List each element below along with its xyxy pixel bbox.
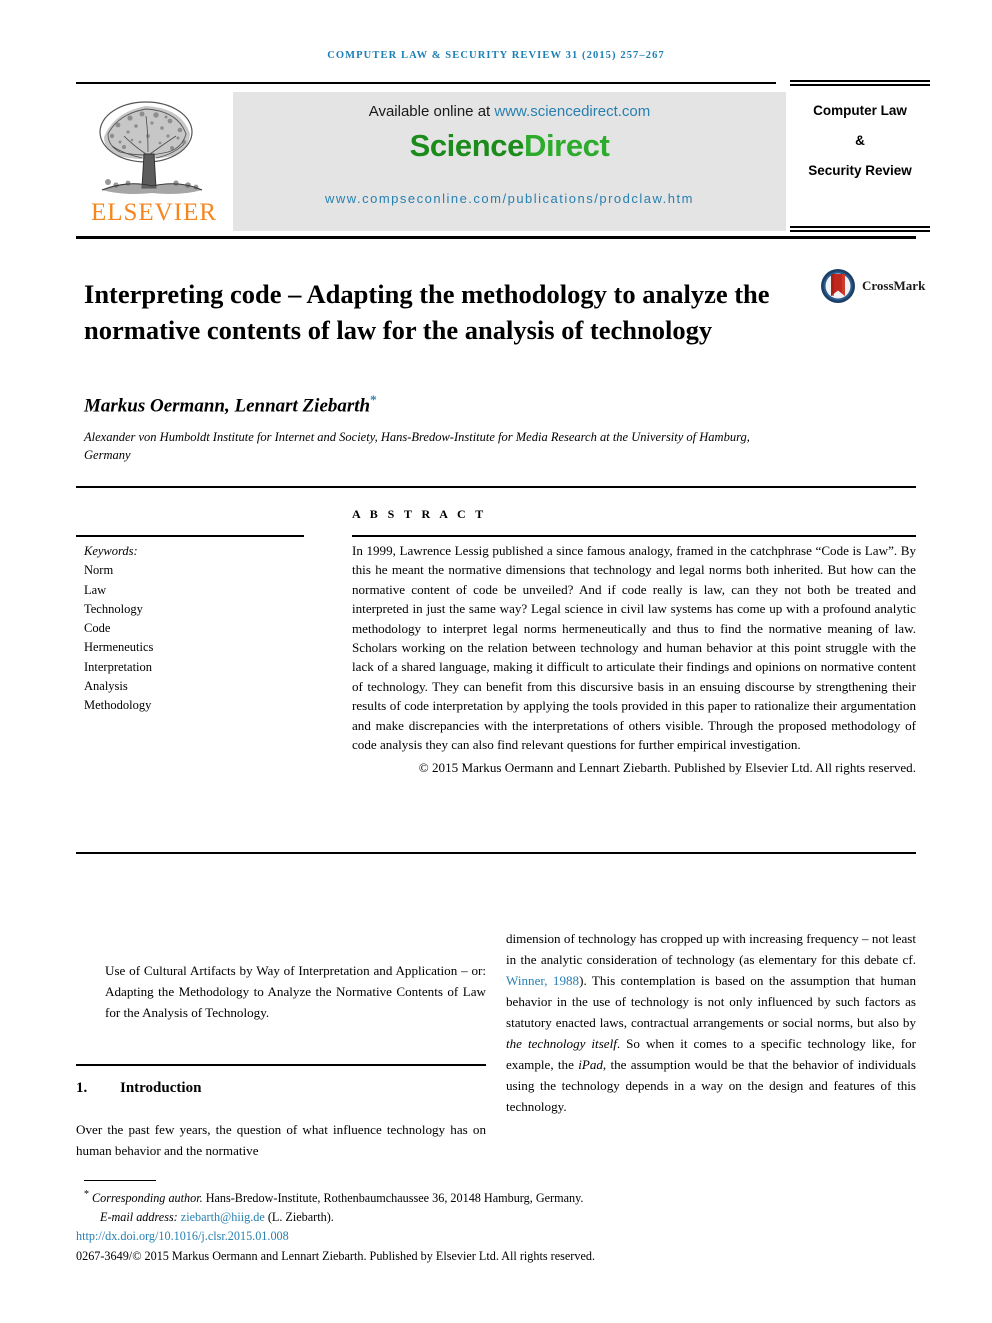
journal-box-top-rule	[790, 80, 930, 86]
keyword-item: Methodology	[84, 698, 152, 713]
abstract-body: In 1999, Lawrence Lessig published a sin…	[352, 543, 916, 753]
crossmark-badge[interactable]: CrossMark	[820, 268, 925, 304]
journal-homepage-link[interactable]: www.compseconline.com/publications/prodc…	[233, 191, 786, 206]
footnote-corresponding-author: * Corresponding author. Hans-Bredow-Inst…	[76, 1186, 776, 1208]
email-link[interactable]: ziebarth@hiig.de	[181, 1210, 265, 1224]
epigraph-block: Use of Cultural Artifacts by Way of Inte…	[105, 960, 486, 1023]
keyword-item: Hermeneutics	[84, 640, 154, 655]
sciencedirect-logo-science: Science	[409, 128, 525, 163]
abstract-heading: A B S T R A C T	[352, 507, 487, 521]
journal-title-box: Computer Law & Security Review	[790, 96, 930, 186]
sciencedirect-logo-direct: Direct	[523, 128, 610, 163]
sciencedirect-banner: Available online at www.sciencedirect.co…	[233, 92, 786, 231]
footnote-email-line: E-mail address: ziebarth@hiig.de (L. Zie…	[76, 1208, 776, 1227]
keywords-heading: Keywords:	[84, 544, 138, 558]
journal-box-bottom-rule	[790, 226, 930, 232]
keyword-item: Law	[84, 582, 107, 597]
body-right-italic-technology-itself: the technology itself	[506, 1036, 617, 1051]
issn-copyright-line: 0267-3649/© 2015 Markus Oermann and Lenn…	[76, 1248, 595, 1263]
available-online-line: Available online at www.sciencedirect.co…	[233, 92, 786, 120]
footnote-corresponding-label: Corresponding author.	[92, 1191, 203, 1206]
section-heading-introduction: 1. Introduction	[76, 1080, 486, 1097]
keywords-list: Keywords: Norm Law Technology Code Herme…	[84, 542, 304, 716]
footnote-star-marker: *	[84, 1189, 89, 1200]
banner-bottom-rule	[76, 236, 916, 239]
available-online-text: Available online at	[368, 103, 495, 120]
abstract-rule	[352, 535, 916, 537]
affiliation: Alexander von Humboldt Institute for Int…	[84, 430, 750, 462]
body-paragraph-left: Over the past few years, the question of…	[76, 1122, 486, 1158]
abstract-bottom-rule	[76, 852, 916, 854]
section-number: 1.	[76, 1080, 88, 1096]
journal-title-line-2: &	[855, 133, 865, 148]
header-rule	[76, 82, 776, 84]
elsevier-logo: ELSEVIER	[84, 92, 224, 232]
footnote-rule	[84, 1180, 156, 1181]
affiliation-bottom-rule	[76, 486, 916, 488]
page-title: Interpreting code – Adapting the methodo…	[84, 278, 770, 345]
keywords-rule	[76, 535, 304, 537]
footnote-block: * Corresponding author. Hans-Bredow-Inst…	[76, 1186, 776, 1265]
crossmark-label: CrossMark	[862, 278, 926, 293]
abstract-copyright: © 2015 Markus Oermann and Lennart Ziebar…	[418, 760, 916, 776]
keyword-item: Technology	[84, 601, 143, 616]
section-title: Introduction	[120, 1080, 202, 1096]
crossmark-icon	[821, 269, 855, 303]
keyword-item: Code	[84, 621, 111, 636]
author-names: Markus Oermann, Lennart Ziebarth	[84, 395, 371, 417]
author-list: Markus Oermann, Lennart Ziebarth*	[84, 392, 784, 417]
elsevier-tree-icon: ELSEVIER	[91, 101, 217, 226]
journal-title-line-1: Computer Law	[813, 103, 907, 118]
doi-link[interactable]: http://dx.doi.org/10.1016/j.clsr.2015.01…	[76, 1227, 776, 1246]
body-right-part1: dimension of technology has cropped up w…	[506, 931, 916, 967]
keyword-item: Analysis	[84, 679, 128, 694]
footnote-email-label: E-mail address:	[100, 1209, 181, 1224]
keyword-item: Norm	[84, 563, 114, 578]
article-first-page: Computer Law & Security Review 31 (2015)…	[0, 0, 992, 1323]
section-rule	[76, 1064, 486, 1066]
elsevier-wordmark: ELSEVIER	[91, 199, 217, 226]
body-right-italic-ipad: iPad	[578, 1057, 603, 1072]
epigraph-text: Use of Cultural Artifacts by Way of Inte…	[105, 963, 486, 1020]
footnote-email-suffix: (L. Ziebarth).	[264, 1209, 334, 1224]
citation-link-winner-1988[interactable]: Winner, 1988	[506, 973, 579, 988]
running-head: Computer Law & Security Review 31 (2015)…	[327, 50, 665, 61]
journal-title-line-3: Security Review	[808, 163, 912, 178]
abstract-block: In 1999, Lawrence Lessig published a sin…	[352, 541, 916, 778]
sciencedirect-link[interactable]: www.sciencedirect.com	[494, 103, 650, 120]
sciencedirect-logo: ScienceDirect	[233, 128, 786, 164]
corresponding-author-marker[interactable]: *	[370, 392, 377, 407]
keyword-item: Interpretation	[84, 659, 153, 674]
body-paragraph-right: dimension of technology has cropped up w…	[506, 928, 916, 1117]
footnote-corresponding-address: Hans-Bredow-Institute, Rothenbaumchausse…	[202, 1191, 584, 1206]
